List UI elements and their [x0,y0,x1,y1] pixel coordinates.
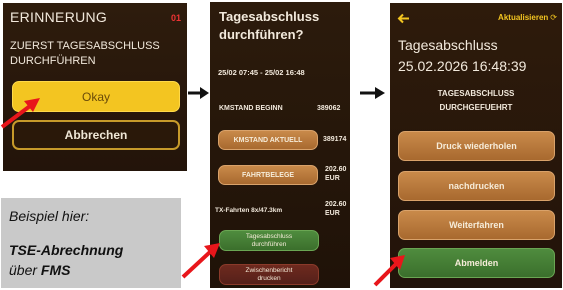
day-close-confirm-screen: Tagesabschluss durchführen? 25/02 07:45 … [210,2,350,288]
interim-label-line2: drucken [257,274,281,282]
interim-label-line1: Zwischenbericht [245,267,293,274]
refresh-label: Aktualisieren [498,13,549,22]
okay-button-label: Okay [81,89,110,104]
status-line2: DURCHGEFUEHRT [439,103,513,112]
receipts-label: FAHRTBELEGE [241,171,295,179]
day-close-result-screen: Aktualisieren ⟳ Tagesabschluss 25.02.202… [390,3,562,288]
cancel-button-label: Abbrechen [64,128,128,142]
pointer-arrow-icon [373,255,405,287]
tx-amount: 202.60 [325,201,347,208]
pointer-arrow-icon [0,98,40,129]
receipts-amount: 202.60 [325,166,347,173]
reminder-counter: 01 [170,13,181,23]
tx-currency: EUR [325,210,340,217]
close-day-label-line2: durchführen [251,240,287,248]
continue-button[interactable]: Weiterfahren [398,210,555,240]
km-current-label: KMSTAND AKTUELL [233,136,303,144]
close-day-label-line1: Tagesabschluss [245,233,293,240]
reprint-button[interactable]: Druck wiederholen [398,131,555,161]
reminder-message-line2: DURCHFÜHREN [10,55,96,67]
note-line2: TSE-Abrechnung [9,242,124,258]
note-line3-text: über [9,262,41,278]
refresh-icon: ⟳ [550,13,557,22]
refresh-button[interactable]: Aktualisieren ⟳ [498,13,557,22]
tx-trips-label: TX-Fahrten 8x/47.3km [215,207,283,214]
interim-report-button[interactable]: Zwischenbericht drucken [219,264,319,285]
km-begin-label: KMSTAND BEGINN [219,105,283,112]
confirm-title-line2: durchführen? [219,27,304,42]
note-line3-bold: FMS [40,262,71,278]
date-range: 25/02 07:45 - 25/02 16:48 [218,68,305,77]
flow-arrow-icon [188,87,209,99]
continue-label: Weiterfahren [449,220,504,230]
close-day-button[interactable]: Tagesabschluss durchführen [219,230,319,251]
annotation-note: Beispiel hier: TSE-Abrechnung über FMS [1,198,181,288]
km-current-value: 389174 [323,136,347,143]
receipts-currency: EUR [325,175,340,182]
logout-label: Abmelden [454,258,499,268]
reminder-title: ERINNERUNG [10,9,108,25]
logout-button[interactable]: Abmelden [398,248,555,278]
pointer-arrow-icon [181,243,220,279]
flow-arrow-icon [360,87,385,99]
note-line3: über FMS [9,262,70,278]
status-line1: TAGESABSCHLUSS [437,89,515,98]
km-begin-value: 389062 [317,105,341,112]
back-arrow-icon[interactable] [397,13,410,24]
reprint-label: Druck wiederholen [436,141,517,151]
confirm-title-line1: Tagesabschluss [219,9,320,24]
print-later-label: nachdrucken [448,181,505,191]
result-title: Tagesabschluss [398,37,498,53]
print-later-button[interactable]: nachdrucken [398,171,555,201]
receipts-button[interactable]: FAHRTBELEGE [218,165,318,185]
result-datetime: 25.02.2026 16:48:39 [398,58,527,74]
km-current-button[interactable]: KMSTAND AKTUELL [218,130,318,150]
reminder-screen: ERINNERUNG 01 ZUERST TAGESABSCHLUSS DURC… [3,3,187,171]
reminder-message-line1: ZUERST TAGESABSCHLUSS [10,40,160,52]
note-line1: Beispiel hier: [9,208,90,224]
